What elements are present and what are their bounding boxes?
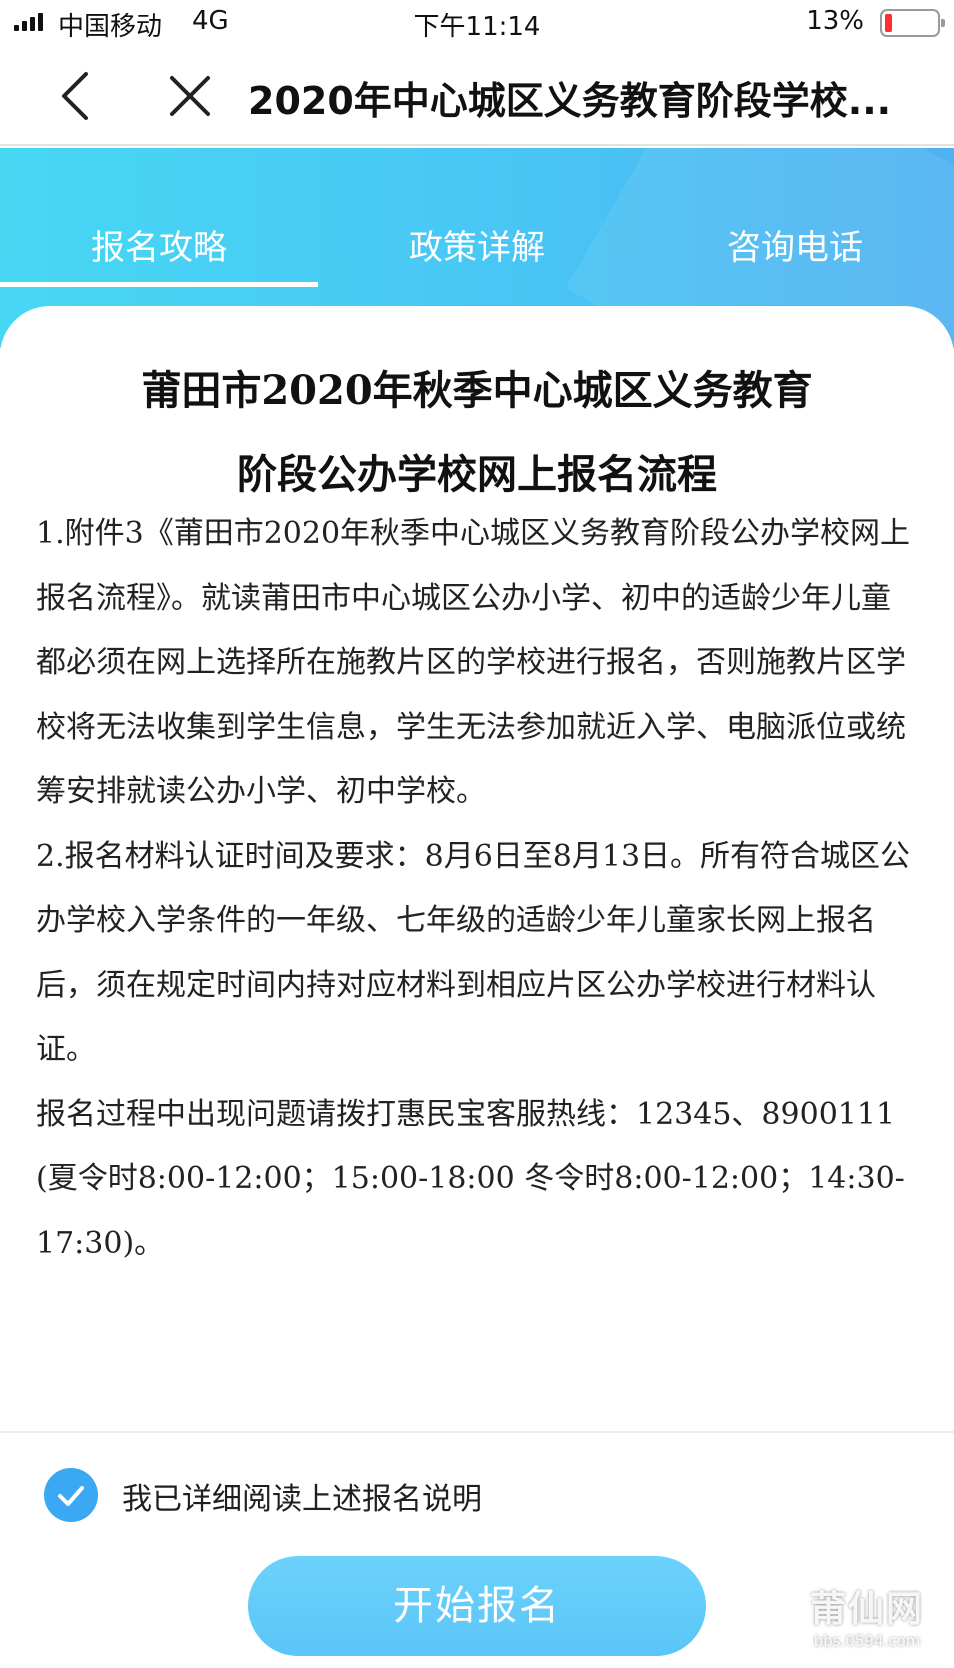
paragraph-1: 1.附件3《莆田市2020年秋季中心城区义务教育阶段公办学校网上报名流程》。就读… <box>36 516 911 809</box>
status-bar: 中国移动 4G 下午11:14 13% <box>0 0 954 44</box>
battery-level-fill <box>885 14 892 32</box>
tab-consult-phone[interactable]: 咨询电话 <box>636 220 954 269</box>
agreement-label: 我已详细阅读上述报名说明 <box>122 1482 482 1517</box>
content-card: 莆田市2020年秋季中心城区义务教育 阶段公办学校网上报名流程 1.附件3《莆田… <box>0 306 954 1668</box>
page-title: 2020年中心城区义务教育阶段学校... <box>248 79 892 123</box>
paragraph-2: 2.报名材料认证时间及要求：8月6日至8月13日。所有符合城区公办学校入学条件的… <box>36 838 911 1068</box>
tab-policy-details[interactable]: 政策详解 <box>318 220 636 269</box>
document-title-line1: 莆田市2020年秋季中心城区义务教育 <box>141 367 813 414</box>
nav-bar: 2020年中心城区义务教育阶段学校... <box>0 46 954 146</box>
chevron-left-icon <box>62 72 88 120</box>
close-button[interactable] <box>160 66 220 126</box>
agreement-checkbox-row[interactable]: 我已详细阅读上述报名说明 <box>44 1458 904 1534</box>
back-button[interactable] <box>50 66 110 126</box>
tab-registration-guide[interactable]: 报名攻略 <box>0 220 318 269</box>
document-body: 1.附件3《莆田市2020年秋季中心城区义务教育阶段公办学校网上报名流程》。就读… <box>36 502 920 1276</box>
paragraph-3: 报名过程中出现问题请拨打惠民宝客服热线：12345、8900111 (夏令时8:… <box>36 1096 905 1261</box>
watermark-logo: 莆仙网 bbs.0594.com <box>810 1580 924 1650</box>
start-registration-button[interactable]: 开始报名 <box>248 1556 706 1656</box>
close-icon <box>170 76 210 116</box>
battery-icon <box>880 9 945 37</box>
active-tab-indicator <box>0 282 318 287</box>
watermark-sub: bbs.0594.com <box>813 1632 921 1650</box>
watermark-main: 莆仙网 <box>809 1589 924 1630</box>
checkbox-checked-icon[interactable] <box>44 1468 98 1522</box>
battery-percent: 13% <box>806 6 864 36</box>
divider <box>0 1431 954 1433</box>
document-title-line2: 阶段公办学校网上报名流程 <box>237 451 717 498</box>
